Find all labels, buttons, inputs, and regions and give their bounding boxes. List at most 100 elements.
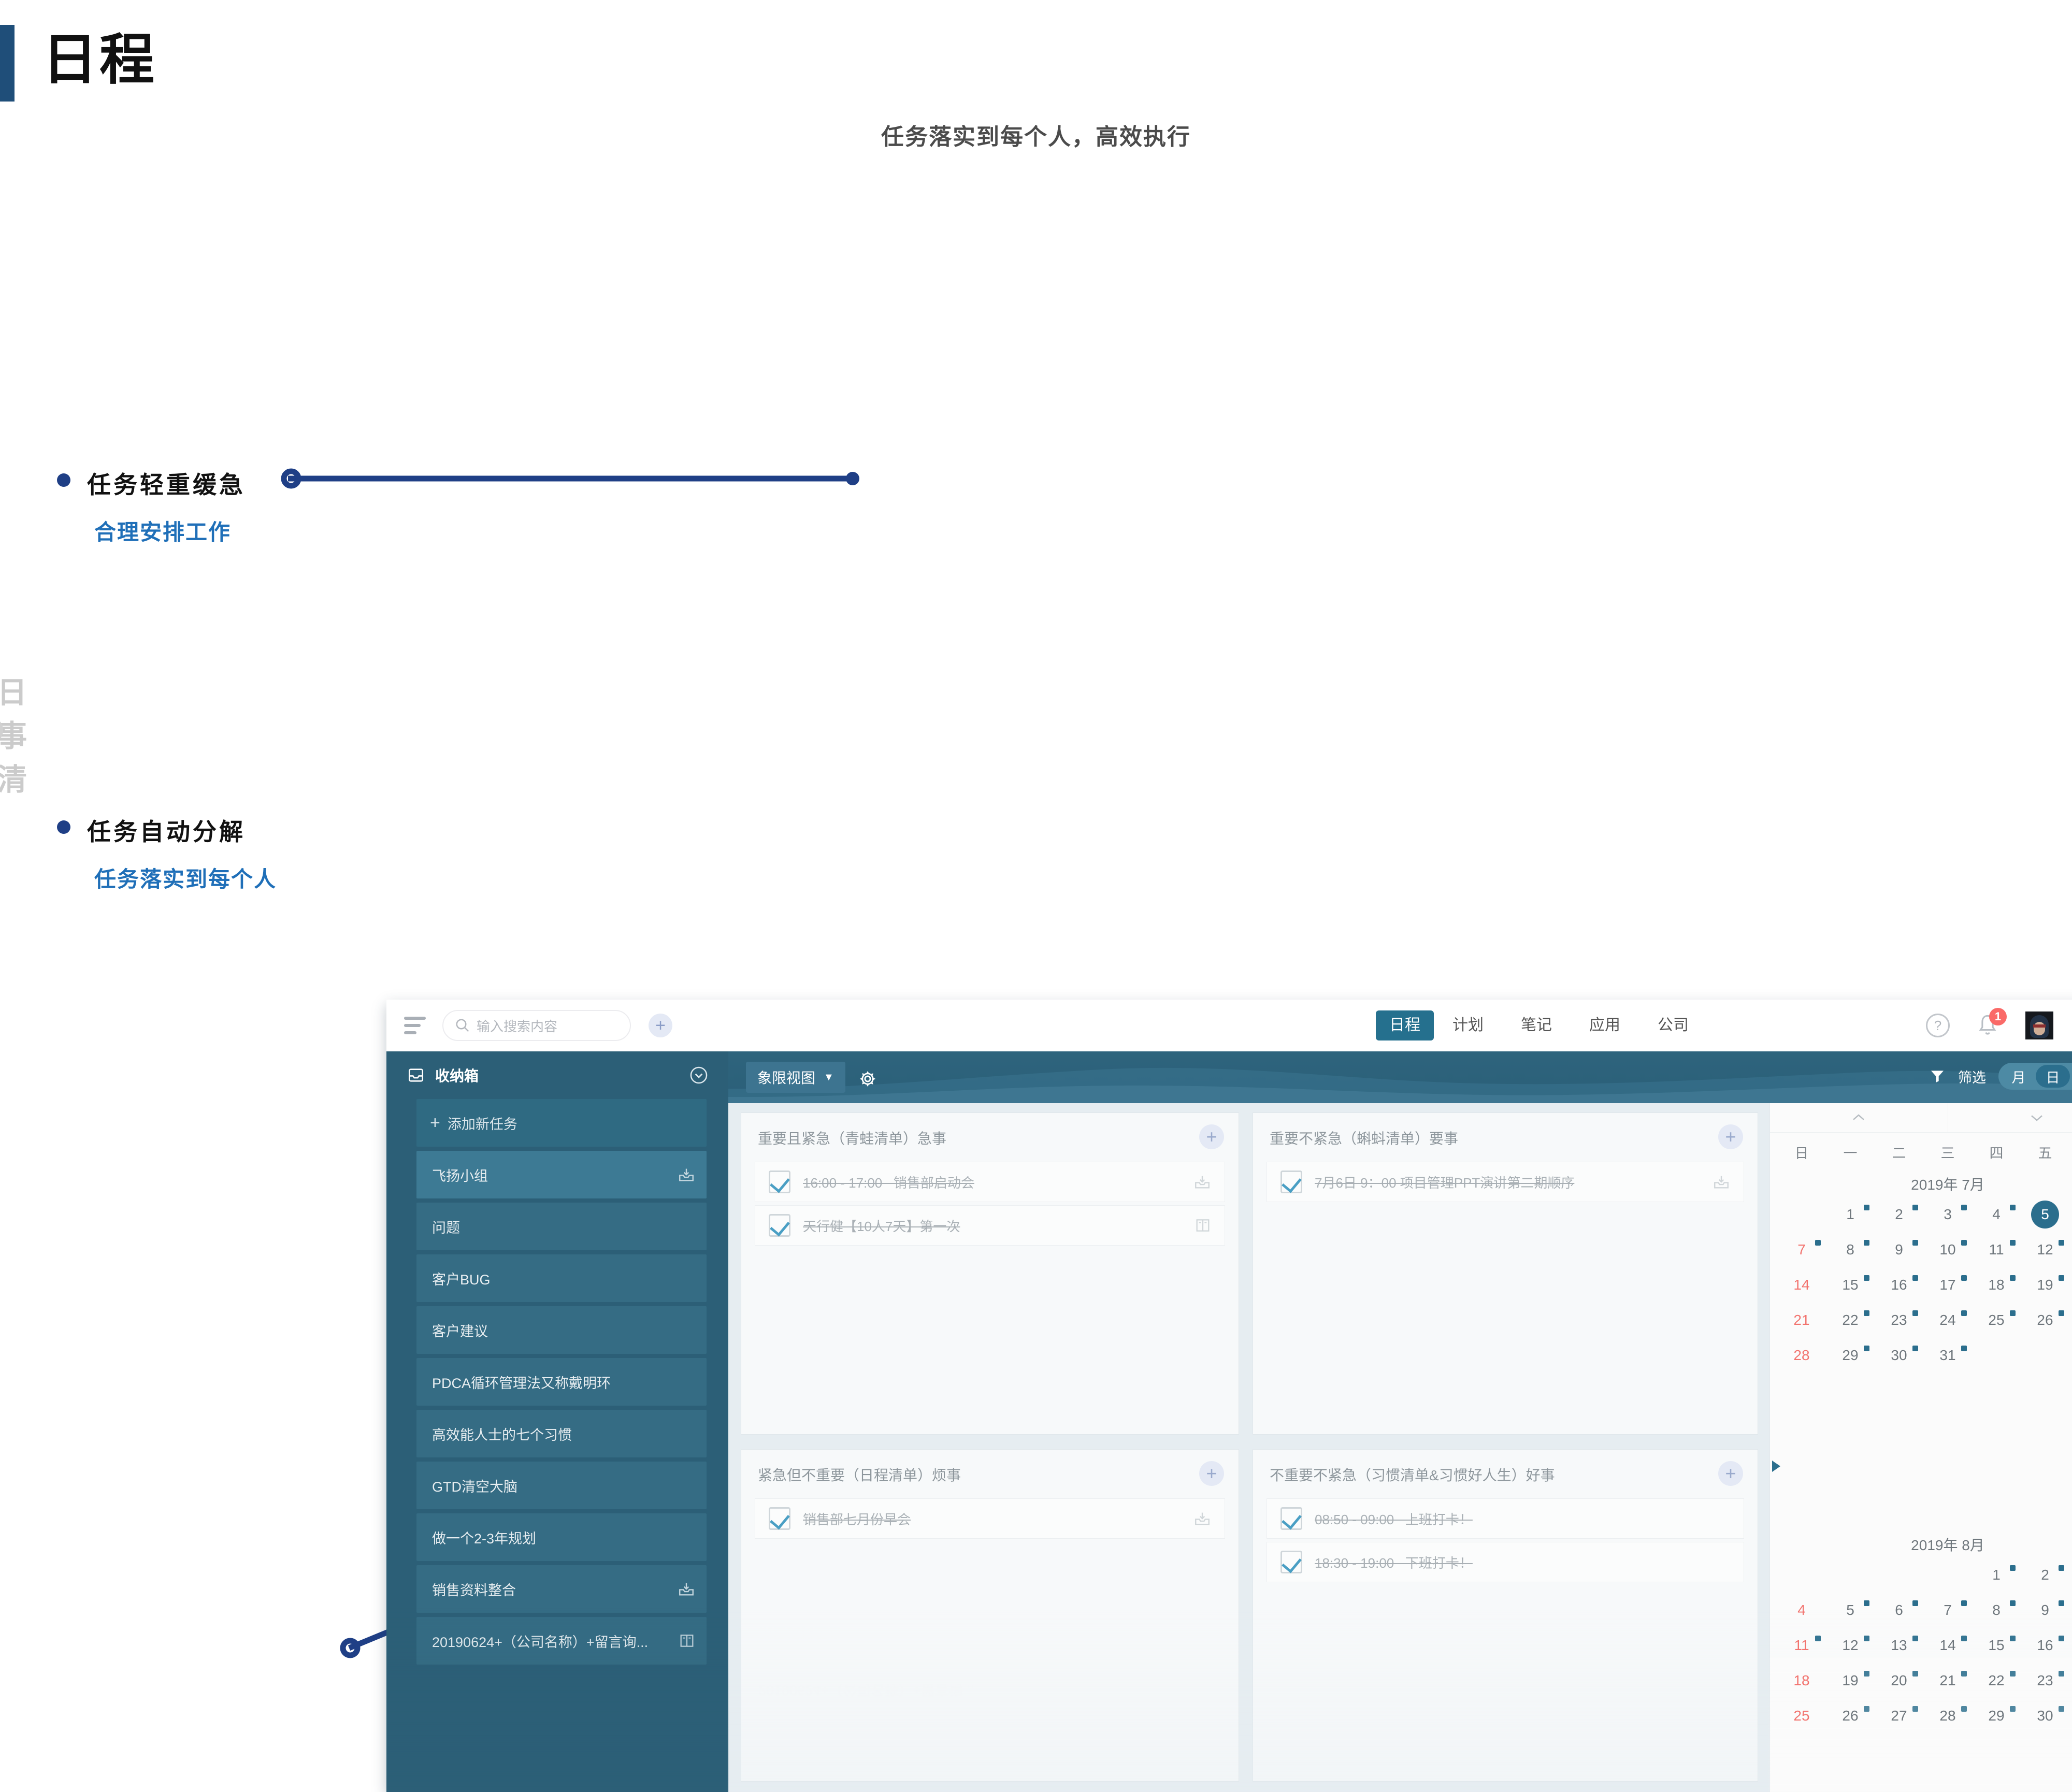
calendar-event-dot [1864, 1240, 1869, 1246]
calendar-day[interactable]: 30 [1875, 1340, 1923, 1370]
calendar-day-number: 11 [1989, 1241, 2004, 1258]
task-row[interactable]: 18:30 - 19:00 下班打卡！ [1267, 1542, 1744, 1582]
inbox-download-icon[interactable] [678, 1581, 695, 1597]
calendar-prev-button[interactable] [1770, 1103, 1948, 1132]
task-row[interactable]: 7月6日 9：00 项目管理PPT演讲第二期顺序 [1267, 1162, 1744, 1202]
calendar-day[interactable]: 17 [1923, 1270, 1972, 1300]
inbox-download-icon[interactable] [1193, 1174, 1211, 1190]
task-checkbox[interactable] [1280, 1170, 1302, 1193]
chevron-circle-down-icon[interactable] [689, 1065, 709, 1085]
calendar-day[interactable]: 19 [2021, 1270, 2069, 1300]
sidebar-item[interactable]: GTD清空大脑 [416, 1462, 707, 1509]
calendar-day[interactable]: 5 [2021, 1200, 2069, 1230]
task-checkbox[interactable] [1280, 1551, 1302, 1573]
calendar-day[interactable]: 20 [2069, 1270, 2072, 1300]
quadrant-add-button[interactable]: + [1718, 1124, 1743, 1149]
filter-icon[interactable] [1929, 1068, 1946, 1085]
calendar-day[interactable]: 21 [1777, 1305, 1826, 1335]
calendar-day[interactable]: 14 [1777, 1270, 1826, 1300]
gear-icon[interactable] [858, 1069, 877, 1089]
calendar-day[interactable]: 31 [1923, 1340, 1972, 1370]
bell-icon[interactable]: 1 [1977, 1014, 1998, 1037]
calendar-event-dot [1864, 1275, 1869, 1281]
sidebar-item[interactable]: 客户BUG [416, 1254, 707, 1302]
quadrant-add-button[interactable]: + [1718, 1461, 1743, 1486]
user-avatar[interactable] [2025, 1011, 2053, 1039]
range-day[interactable]: 日 [2036, 1065, 2070, 1088]
sidebar-item-label: 销售资料整合 [432, 1579, 516, 1599]
add-button[interactable]: + [649, 1014, 672, 1037]
sidebar-item[interactable]: PDCA循环管理法又称戴明环 [416, 1358, 707, 1406]
sidebar-item[interactable]: 客户建议 [416, 1306, 707, 1354]
sidebar-item[interactable]: 做一个2-3年规划 [416, 1513, 707, 1561]
tab-apps[interactable]: 应用 [1571, 1010, 1639, 1040]
task-row[interactable]: 天行健【10人7天】第一次 [755, 1205, 1225, 1246]
calendar-day[interactable]: 4 [1972, 1200, 2021, 1230]
calendar-day[interactable]: 29 [1826, 1340, 1875, 1370]
chevron-down-icon: ▼ [824, 1072, 834, 1083]
range-week[interactable]: 周 [2070, 1065, 2072, 1088]
calendar-day[interactable]: 23 [1875, 1305, 1923, 1335]
tab-plan[interactable]: 计划 [1434, 1010, 1502, 1040]
hamburger-icon[interactable] [404, 1017, 426, 1034]
task-checkbox[interactable] [1280, 1507, 1302, 1530]
sidebar-item[interactable]: 高效能人士的七个习惯 [416, 1410, 707, 1457]
calendar-day[interactable]: 24 [1923, 1305, 1972, 1335]
quadrant-add-button[interactable]: + [1199, 1124, 1224, 1149]
task-row[interactable]: 16:00 - 17:00 销售部启动会 [755, 1162, 1225, 1202]
task-checkbox[interactable] [769, 1214, 790, 1237]
calendar-day[interactable]: 2 [1875, 1200, 1923, 1230]
calendar-day[interactable]: 13 [2069, 1235, 2072, 1265]
task-row[interactable]: 08:50 - 09:00 上班打卡！ [1267, 1498, 1744, 1539]
calendar-day[interactable]: 9 [1875, 1235, 1923, 1265]
calendar-day[interactable]: 1 [1826, 1200, 1875, 1230]
calendar-day[interactable]: 11 [1972, 1235, 2021, 1265]
calendar-day[interactable]: 8 [1826, 1235, 1875, 1265]
view-selector[interactable]: 象限视图 ▼ [746, 1062, 845, 1093]
calendar-day[interactable]: 12 [2021, 1235, 2069, 1265]
calendar-day[interactable]: 7 [1777, 1235, 1826, 1265]
calendar-blank [1875, 1560, 1923, 1590]
add-task-button[interactable]: + 添加新任务 [416, 1099, 707, 1147]
inbox-download-icon[interactable] [678, 1166, 695, 1183]
range-month[interactable]: 月 [2002, 1065, 2036, 1088]
inbox-download-icon[interactable] [1193, 1510, 1211, 1527]
search-input[interactable]: 输入搜索内容 [442, 1010, 631, 1041]
calendar-day-number: 2 [1895, 1206, 1903, 1223]
calendar-next-button[interactable] [1948, 1103, 2072, 1132]
quadrant-add-button[interactable]: + [1199, 1461, 1224, 1486]
calendar-day[interactable]: 16 [1875, 1270, 1923, 1300]
calendar-day[interactable]: 2 [2021, 1560, 2069, 1590]
calendar-day-number: 9 [1895, 1241, 1903, 1258]
calendar-day[interactable]: 1 [1972, 1560, 2021, 1590]
calendar-day[interactable]: 10 [1923, 1235, 1972, 1265]
tab-schedule[interactable]: 日程 [1376, 1010, 1434, 1040]
task-checkbox[interactable] [769, 1170, 790, 1193]
task-checkbox[interactable] [769, 1507, 790, 1530]
calendar-weekday: 一 [1826, 1142, 1875, 1162]
calendar-day[interactable]: 6 [2069, 1200, 2072, 1230]
calendar-day[interactable]: 3 [1923, 1200, 1972, 1230]
calendar-day[interactable]: 26 [2021, 1305, 2069, 1335]
callout-subline: 任务落实到每个人 [94, 862, 277, 893]
view-selector-label: 象限视图 [757, 1067, 815, 1088]
tab-company[interactable]: 公司 [1639, 1010, 1707, 1040]
calendar-blank [1777, 1200, 1826, 1230]
sidebar-item-label: GTD清空大脑 [432, 1476, 517, 1496]
inbox-download-icon[interactable] [1713, 1174, 1730, 1190]
sidebar-item[interactable]: 飞扬小组 [416, 1151, 707, 1198]
calendar-day[interactable]: 27 [2069, 1305, 2072, 1335]
task-row[interactable]: 销售部七月份早会 [755, 1498, 1225, 1539]
calendar-day[interactable]: 3 [2069, 1560, 2072, 1590]
calendar-day[interactable]: 28 [1777, 1340, 1826, 1370]
calendar-day[interactable]: 22 [1826, 1305, 1875, 1335]
filter-label[interactable]: 筛选 [1958, 1066, 1986, 1087]
calendar-day[interactable]: 25 [1972, 1305, 2021, 1335]
question-circle-icon[interactable]: ? [1926, 1014, 1950, 1037]
book-icon[interactable] [1195, 1217, 1211, 1234]
calendar-day[interactable]: 18 [1972, 1270, 2021, 1300]
calendar-weekday: 日 [1777, 1142, 1826, 1162]
tab-notes[interactable]: 笔记 [1502, 1010, 1571, 1040]
sidebar-item[interactable]: 问题 [416, 1203, 707, 1250]
calendar-day[interactable]: 15 [1826, 1270, 1875, 1300]
